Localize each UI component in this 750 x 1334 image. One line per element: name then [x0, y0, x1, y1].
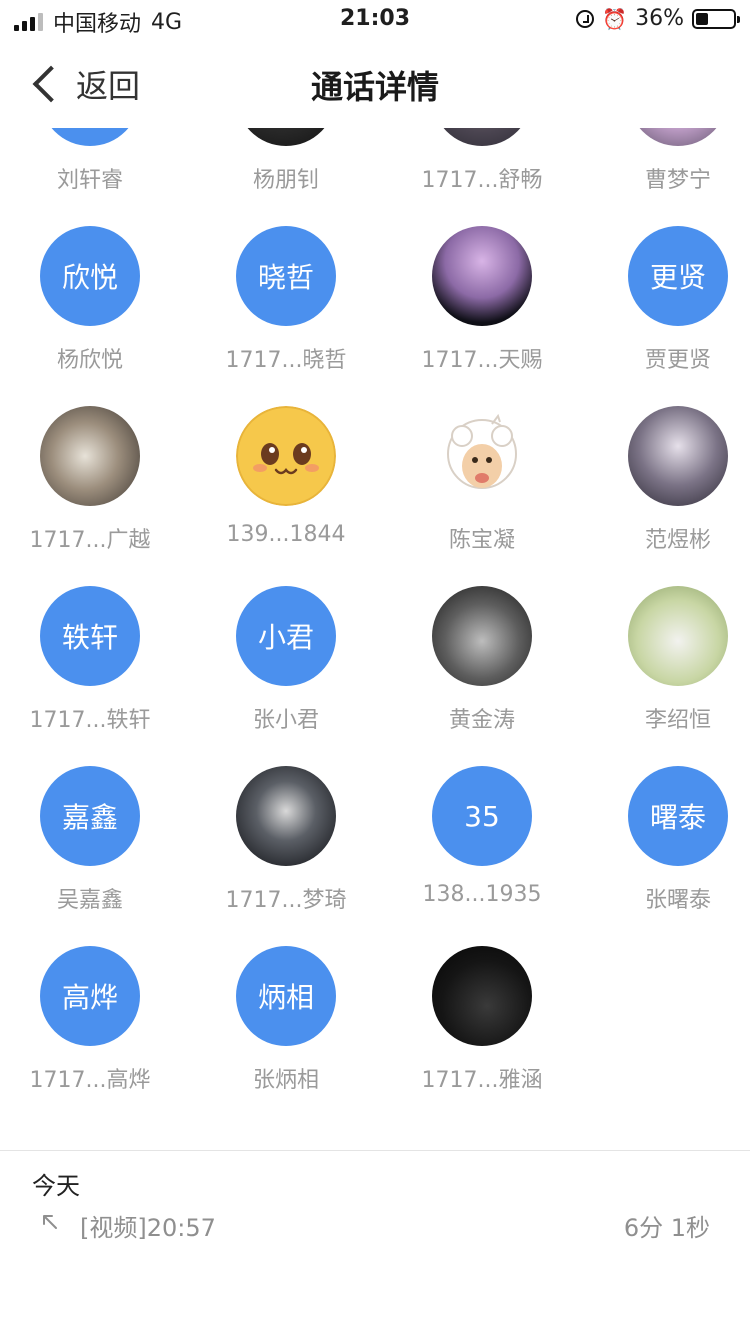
participant-name: 1717...晓哲	[225, 348, 347, 373]
participant-item[interactable]: 1717...梦琦	[196, 766, 376, 946]
participant-item[interactable]: 晓哲 1717...晓哲	[196, 226, 376, 406]
avatar: 轩睿	[40, 128, 140, 146]
battery-percent: 36%	[635, 6, 684, 31]
participant-item[interactable]: 小君 张小君	[196, 586, 376, 766]
participant-name: 李绍恒	[644, 708, 711, 733]
avatar-photo	[40, 406, 140, 506]
avatar: 更贤	[628, 226, 728, 326]
avatar: 35	[432, 766, 532, 866]
sheep-avatar	[432, 406, 532, 506]
divider	[0, 1150, 750, 1151]
avatar: 晓哲	[236, 226, 336, 326]
participant-item[interactable]: 黄金涛	[392, 586, 572, 766]
call-duration: 6分 1秒	[623, 1214, 710, 1242]
participant-name: 1717...广越	[29, 528, 151, 553]
avatar-photo	[432, 226, 532, 326]
emoji-face-avatar	[236, 406, 336, 506]
participant-name: 杨欣悦	[56, 348, 123, 373]
participant-item[interactable]: 曹梦宁	[588, 128, 750, 226]
orientation-lock-icon	[576, 9, 595, 28]
avatar-photo	[628, 586, 728, 686]
participant-name: 刘轩睿	[56, 168, 123, 193]
status-bar: 中国移动 4G 21:03 ⏰ 36%	[0, 0, 750, 40]
avatar-photo	[432, 128, 532, 146]
participant-item[interactable]: 高烨 1717...高烨	[0, 946, 180, 1126]
participant-name: 138...1935	[422, 882, 542, 907]
call-date-label: 今天	[32, 1172, 80, 1200]
status-right: ⏰ 36%	[576, 6, 740, 31]
participant-name: 张炳相	[252, 1068, 319, 1093]
participant-item[interactable]: 35 138...1935	[392, 766, 572, 946]
participant-item[interactable]: 1717...雅涵	[392, 946, 572, 1126]
avatar: 炳相	[236, 946, 336, 1046]
avatar-photo	[628, 406, 728, 506]
avatar: 曙泰	[628, 766, 728, 866]
participant-item[interactable]: 曙泰 张曙泰	[588, 766, 750, 946]
participant-name: 1717...雅涵	[421, 1068, 543, 1093]
avatar: 欣悦	[40, 226, 140, 326]
avatar: 嘉鑫	[40, 766, 140, 866]
participant-name: 1717...舒畅	[421, 168, 543, 193]
participant-name: 曹梦宁	[644, 168, 711, 193]
participant-item[interactable]: 1717...广越	[0, 406, 180, 586]
participant-item[interactable]: 欣悦 杨欣悦	[0, 226, 180, 406]
avatar-photo	[236, 128, 336, 146]
participant-name: 139...1844	[226, 522, 346, 547]
participant-name: 范煜彬	[644, 528, 711, 553]
participant-item[interactable]: 1717...舒畅	[392, 128, 572, 226]
sheep-icon	[447, 413, 517, 489]
avatar-photo	[628, 128, 728, 146]
participant-name: 张小君	[252, 708, 319, 733]
call-type-time: [视频]20:57	[80, 1214, 216, 1242]
page-title: 通话详情	[310, 68, 439, 106]
participants-grid[interactable]: 轩睿 刘轩睿 杨朋钊 1717...舒畅 曹梦宁 欣悦 杨欣悦 晓哲 1717.…	[0, 128, 750, 1148]
participant-item[interactable]: 范煜彬	[588, 406, 750, 586]
participant-name: 贾更贤	[644, 348, 711, 373]
participant-name: 1717...梦琦	[225, 888, 347, 913]
participant-item[interactable]: 嘉鑫 吴嘉鑫	[0, 766, 180, 946]
participant-item[interactable]: 陈宝凝	[392, 406, 572, 586]
avatar-photo	[432, 586, 532, 686]
participant-name: 1717...高烨	[29, 1068, 151, 1093]
participant-name: 陈宝凝	[448, 528, 515, 553]
alarm-icon: ⏰	[602, 6, 628, 31]
nav-bar: 返回 通话详情	[0, 40, 750, 128]
participant-name: 1717...轶轩	[29, 708, 151, 733]
participant-item[interactable]: 轩睿 刘轩睿	[0, 128, 180, 226]
outgoing-arrow-icon	[43, 1215, 57, 1229]
participant-item[interactable]: 更贤 贾更贤	[588, 226, 750, 406]
participant-item[interactable]: 139...1844	[196, 406, 376, 586]
battery-icon	[692, 8, 740, 29]
participant-item[interactable]: 李绍恒	[588, 586, 750, 766]
participant-name: 张曙泰	[644, 888, 711, 913]
emoji-face-icon	[236, 406, 336, 506]
participant-item[interactable]: 1717...天赐	[392, 226, 572, 406]
avatar-photo	[236, 766, 336, 866]
avatar: 小君	[236, 586, 336, 686]
participant-item[interactable]: 炳相 张炳相	[196, 946, 376, 1126]
call-log-row[interactable]: [视频]20:57 6分 1秒	[40, 1206, 710, 1242]
avatar: 轶轩	[40, 586, 140, 686]
participant-item[interactable]: 轶轩 1717...轶轩	[0, 586, 180, 766]
avatar-photo	[432, 946, 532, 1046]
participant-name: 1717...天赐	[421, 348, 543, 373]
participant-name: 杨朋钊	[252, 168, 319, 193]
participant-name: 黄金涛	[448, 708, 515, 733]
participant-name: 吴嘉鑫	[56, 888, 123, 913]
participant-item[interactable]: 杨朋钊	[196, 128, 376, 226]
avatar: 高烨	[40, 946, 140, 1046]
